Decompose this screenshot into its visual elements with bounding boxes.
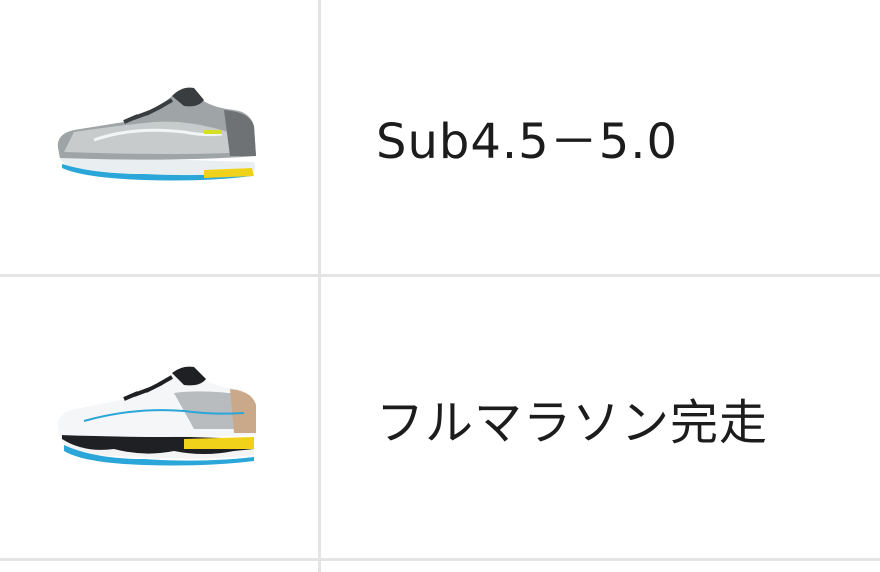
row-divider [0,274,880,277]
table-row [0,561,880,572]
table-row: Sub4.5－5.0 [0,0,880,274]
column-divider [318,0,321,572]
goal-label-cell: フルマラソン完走 [318,277,880,558]
comparison-table: Sub4.5－5.0 フルマラソン完走 [0,0,880,572]
table-row: フルマラソン完走 [0,277,880,558]
row-divider [0,558,880,561]
shoe-image-cell [0,277,318,558]
shoe-image-cell [0,0,318,274]
pace-label: Sub4.5－5.0 [376,114,679,170]
pace-label-cell: Sub4.5－5.0 [318,0,880,274]
gray-running-shoe-image [57,87,256,181]
white-running-shoe-image [57,366,257,465]
goal-label: フルマラソン完走 [376,394,769,451]
